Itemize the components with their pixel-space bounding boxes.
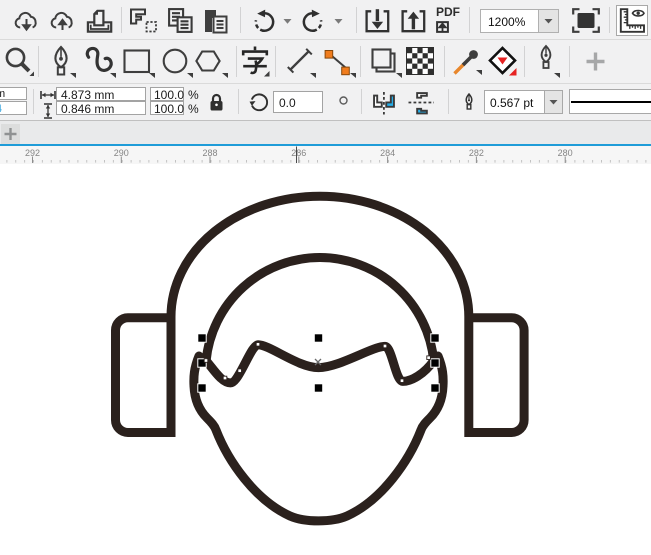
svg-text:286: 286 <box>291 148 306 158</box>
svg-text:280: 280 <box>558 148 573 158</box>
svg-text:292: 292 <box>25 148 40 158</box>
svg-text:290: 290 <box>114 148 129 158</box>
svg-text:284: 284 <box>380 148 395 158</box>
svg-text:288: 288 <box>202 148 217 158</box>
svg-text:282: 282 <box>469 148 484 158</box>
